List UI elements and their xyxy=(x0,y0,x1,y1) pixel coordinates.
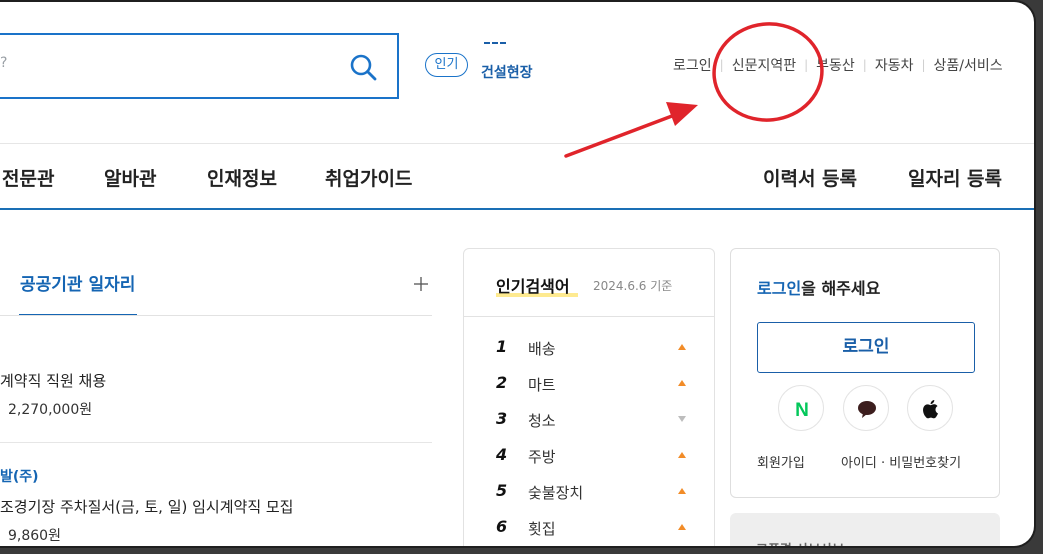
rank-item[interactable]: 1 배송 xyxy=(496,337,686,359)
kakao-icon[interactable] xyxy=(843,385,889,431)
rank-number: 2 xyxy=(496,373,508,392)
job-company[interactable]: 발(주) xyxy=(0,466,39,486)
rank-number: 6 xyxy=(496,517,508,536)
job-pay: 9,860원 xyxy=(8,528,61,544)
popular-search-panel: 인기검색어 2024.6.6 기준 1 배송 2 마트 3 청소 4 주방 5 숯불장치 6 횟집 xyxy=(463,248,715,546)
nav-bottom-border xyxy=(0,208,1034,210)
nav-item-resume-register[interactable]: 이력서 등록 xyxy=(763,164,857,191)
util-login-link[interactable]: 로그인 xyxy=(673,55,712,75)
nav-item-talent[interactable]: 인재정보 xyxy=(207,164,277,191)
browser-frame: ? 인기 건설현장 로그인 | 신문지역판 | 부동산 | 자동차 | 상품/서… xyxy=(0,0,1036,548)
rank-number: 4 xyxy=(496,445,508,464)
signup-link[interactable]: 회원가입 xyxy=(757,452,805,471)
util-separator: | xyxy=(719,58,724,72)
util-realestate-link[interactable]: 부동산 xyxy=(816,55,855,75)
main-nav: 전문관 알바관 인재정보 취업가이드 이력서 등록 일자리 등록 xyxy=(0,144,1034,208)
job-pay: 2,270,000원 xyxy=(8,402,93,418)
rank-keyword[interactable]: 숯불장치 xyxy=(528,482,583,503)
ad-banner[interactable]: 고풍격 샤브샤브 xyxy=(730,513,1000,546)
trend-up-icon xyxy=(678,344,686,350)
naver-logo: N xyxy=(795,400,809,421)
trend-up-icon xyxy=(678,380,686,386)
login-button[interactable]: 로그인 xyxy=(757,322,975,373)
trend-up-icon xyxy=(678,524,686,530)
search-box[interactable]: ? xyxy=(0,33,399,99)
login-message-rest: 을 해주세요 xyxy=(801,279,881,298)
naver-icon[interactable]: N xyxy=(778,385,824,431)
plus-icon[interactable] xyxy=(412,275,430,293)
rank-item[interactable]: 5 숯불장치 xyxy=(496,481,686,503)
rank-number: 1 xyxy=(496,337,508,356)
naver-letter: N xyxy=(795,400,809,421)
util-goods-link[interactable]: 상품/서비스 xyxy=(934,55,1003,75)
search-hint: ? xyxy=(0,55,8,71)
util-car-link[interactable]: 자동차 xyxy=(875,55,914,75)
nav-item-part-time[interactable]: 알바관 xyxy=(104,164,156,191)
apple-icon[interactable] xyxy=(907,385,953,431)
rank-item[interactable]: 3 청소 xyxy=(496,409,686,431)
popular-keyword-link[interactable]: 건설현장 xyxy=(481,62,533,82)
tab-public-jobs[interactable]: 공공기관 일자리 xyxy=(20,270,135,295)
popular-search-date: 2024.6.6 기준 xyxy=(593,279,673,293)
util-newspaper-region-link[interactable]: 신문지역판 xyxy=(732,55,796,75)
rank-keyword[interactable]: 주방 xyxy=(528,446,556,467)
login-panel: 로그인을 해주세요 로그인 N 회원가입 아이디 · 비밀번호찾기 xyxy=(730,248,1000,498)
util-separator: | xyxy=(804,58,809,72)
popular-search-title: 인기검색어 xyxy=(496,277,570,296)
login-message: 로그인을 해주세요 xyxy=(757,275,880,299)
rank-item[interactable]: 6 횟집 xyxy=(496,517,686,539)
rank-keyword[interactable]: 마트 xyxy=(528,374,556,395)
trend-up-icon xyxy=(678,452,686,458)
trend-up-icon xyxy=(678,488,686,494)
job-title[interactable]: 조경기장 주차질서(금, 토, 일) 임시계약직 모집 xyxy=(0,496,293,517)
job-title[interactable]: 계약직 직원 채용 xyxy=(0,370,106,391)
find-account-link[interactable]: 아이디 · 비밀번호찾기 xyxy=(841,452,961,471)
util-separator: | xyxy=(862,58,867,72)
nav-item-guide[interactable]: 취업가이드 xyxy=(325,164,412,191)
rank-number: 3 xyxy=(496,409,508,428)
popular-dashes xyxy=(484,42,506,44)
ad-text: 고풍격 샤브샤브 xyxy=(756,539,844,546)
utility-links: 로그인 | 신문지역판 | 부동산 | 자동차 | 상품/서비스 xyxy=(673,55,1003,75)
panel-divider xyxy=(464,316,714,317)
row-divider xyxy=(0,442,432,443)
popular-badge: 인기 xyxy=(425,53,468,77)
rank-item[interactable]: 4 주방 xyxy=(496,445,686,467)
rank-keyword[interactable]: 횟집 xyxy=(528,518,556,539)
tab-divider xyxy=(0,315,432,316)
login-message-highlight[interactable]: 로그인 xyxy=(757,279,801,298)
trend-down-icon xyxy=(678,416,686,422)
rank-number: 5 xyxy=(496,481,508,500)
rank-item[interactable]: 2 마트 xyxy=(496,373,686,395)
apple-logo xyxy=(923,400,938,419)
rank-keyword[interactable]: 배송 xyxy=(528,338,556,359)
nav-item-expert[interactable]: 전문관 xyxy=(2,164,54,191)
annotation-arrow-head xyxy=(666,102,698,126)
nav-item-job-register[interactable]: 일자리 등록 xyxy=(908,164,1002,191)
util-separator: | xyxy=(921,58,926,72)
rank-keyword[interactable]: 청소 xyxy=(528,410,556,431)
search-icon[interactable] xyxy=(349,53,377,81)
jobs-section: 공공기관 일자리 계약직 직원 채용 2,270,000원 발(주) 조경기장 … xyxy=(0,248,432,546)
kakao-logo xyxy=(858,401,876,418)
